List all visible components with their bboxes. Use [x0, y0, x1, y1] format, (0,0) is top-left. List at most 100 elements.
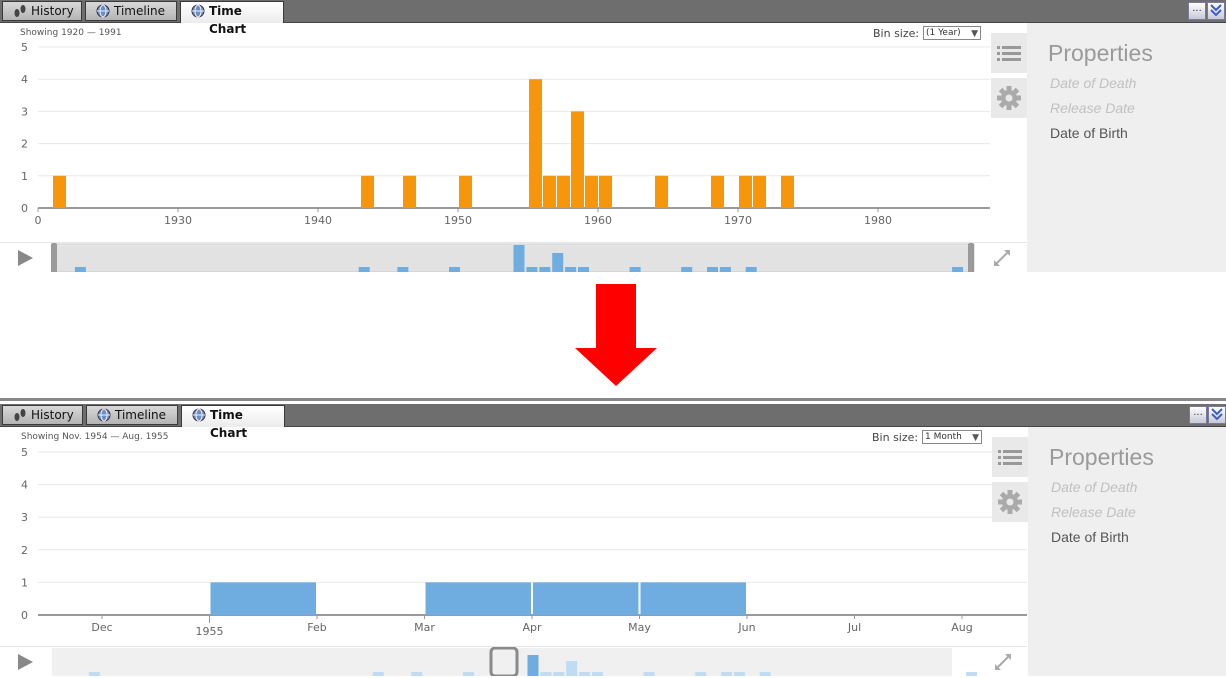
- tab-history[interactable]: History: [2, 1, 82, 21]
- x-tick-label: Jun: [737, 621, 755, 634]
- expand-icon[interactable]: [991, 247, 1013, 269]
- overview-bar: [411, 672, 423, 676]
- bar: [403, 175, 416, 208]
- overview-bar: [513, 245, 525, 272]
- bar: [543, 175, 556, 208]
- globe-icon: [192, 408, 206, 422]
- overview-navigator[interactable]: [0, 242, 1027, 272]
- bar: [557, 175, 570, 208]
- y-tick-label: 3: [21, 511, 28, 524]
- x-tick-label: Jul: [847, 621, 861, 634]
- overview-bar: [527, 655, 539, 676]
- overview-histogram[interactable]: [44, 243, 984, 272]
- globe-icon: [96, 4, 110, 18]
- play-icon[interactable]: [16, 652, 36, 672]
- double-chevron-down-icon: [1210, 4, 1222, 17]
- bar: [361, 175, 374, 208]
- overview-bar: [733, 672, 745, 676]
- overview-bar: [566, 661, 578, 676]
- overview-bar: [552, 253, 564, 272]
- chart-plot: 01234501930194019501960197019801990: [21, 41, 990, 227]
- overview-bar: [88, 672, 100, 676]
- tab-bar: History Timeline Time Chart ...: [0, 404, 1226, 440]
- more-button[interactable]: ...: [1188, 2, 1206, 20]
- bar: [711, 175, 724, 208]
- tab-timeline[interactable]: Timeline: [86, 405, 178, 425]
- overview-background: [52, 648, 952, 676]
- tab-time-chart[interactable]: Time Chart: [181, 405, 285, 440]
- overview-bar: [759, 672, 771, 676]
- property-date-of-birth[interactable]: Date of Birth: [1050, 125, 1128, 141]
- expand-icon[interactable]: [992, 651, 1014, 673]
- overview-bar: [592, 672, 603, 676]
- tab-label: History: [31, 408, 74, 422]
- globe-icon: [97, 408, 111, 422]
- collapse-button[interactable]: [1207, 2, 1225, 20]
- settings-button[interactable]: [991, 78, 1027, 118]
- globe-icon: [191, 4, 205, 18]
- bar: [599, 175, 612, 208]
- overview-bar: [463, 672, 474, 676]
- x-tick-label: Aug: [951, 621, 972, 634]
- chart-plot: 0 1 2 3 4 5 Dec 1955 Feb Mar Apr May Jun Jul Aug: [21, 446, 1027, 638]
- bar: [571, 111, 584, 208]
- double-chevron-down-icon: [1211, 408, 1223, 421]
- y-tick-label: 1: [21, 170, 28, 183]
- gear-icon: [997, 86, 1021, 110]
- top-time-chart-panel: History Timeline Time Chart ... Showing …: [0, 0, 1226, 272]
- property-date-of-death[interactable]: Date of Death: [1051, 479, 1137, 495]
- x-tick-label: 1980: [864, 214, 892, 227]
- overview-bar: [695, 672, 707, 676]
- overview-bar: [553, 672, 565, 676]
- property-date-of-birth[interactable]: Date of Birth: [1051, 529, 1129, 545]
- legend-list-button[interactable]: [991, 33, 1027, 73]
- x-tick-label: May: [628, 621, 651, 634]
- y-tick-label: 4: [21, 73, 28, 86]
- y-tick-label: 5: [21, 446, 28, 459]
- bar: [739, 175, 752, 208]
- overview-handle-right: [968, 243, 974, 272]
- overview-histogram[interactable]: [50, 647, 990, 676]
- overview-bar: [579, 672, 591, 676]
- play-icon[interactable]: [16, 248, 36, 268]
- splitter[interactable]: [0, 398, 1226, 401]
- property-release-date[interactable]: Release Date: [1050, 100, 1135, 116]
- x-tick-label: 1950: [444, 214, 472, 227]
- overview-window: [51, 243, 975, 272]
- tab-history[interactable]: History: [2, 405, 83, 425]
- property-release-date[interactable]: Release Date: [1051, 504, 1136, 520]
- transition-arrow-area: [0, 272, 1226, 400]
- x-tick-label: Feb: [307, 621, 326, 634]
- y-tick-label: 2: [21, 138, 28, 151]
- overview-navigator[interactable]: [0, 646, 1027, 676]
- x-tick-label: Mar: [414, 621, 435, 634]
- bar: [533, 582, 639, 615]
- bar: [425, 582, 531, 615]
- bar: [529, 79, 542, 208]
- tab-bar: History Timeline Time Chart ...: [0, 0, 1226, 36]
- overview-bar: [372, 672, 384, 676]
- overview-handle-left: [51, 243, 57, 272]
- tab-timeline[interactable]: Timeline: [85, 1, 177, 21]
- x-tick-label: Dec: [91, 621, 112, 634]
- footprints-icon: [14, 409, 26, 421]
- legend-list-button[interactable]: [992, 437, 1028, 477]
- y-tick-label: 3: [21, 105, 28, 118]
- bar: [655, 175, 668, 208]
- bar: [585, 175, 598, 208]
- y-tick-label: 0: [21, 202, 28, 215]
- overview-bar: [966, 672, 978, 676]
- overview-bar: [721, 672, 732, 676]
- tab-label: Timeline: [114, 4, 166, 18]
- x-tick-label: 1930: [164, 214, 192, 227]
- settings-button[interactable]: [992, 482, 1028, 522]
- tab-time-chart[interactable]: Time Chart: [180, 1, 284, 36]
- property-date-of-death[interactable]: Date of Death: [1050, 75, 1136, 91]
- more-button[interactable]: ...: [1189, 406, 1207, 424]
- time-chart[interactable]: Showing 1920 — 1991 Bin size: (1 Year) ▼ …: [0, 23, 990, 242]
- time-chart[interactable]: Showing Nov. 1954 — Aug. 1955 Bin size: …: [0, 427, 1027, 646]
- overview-bar: [643, 672, 655, 676]
- bar: [753, 175, 766, 208]
- collapse-button[interactable]: [1208, 406, 1226, 424]
- bar: [53, 175, 66, 208]
